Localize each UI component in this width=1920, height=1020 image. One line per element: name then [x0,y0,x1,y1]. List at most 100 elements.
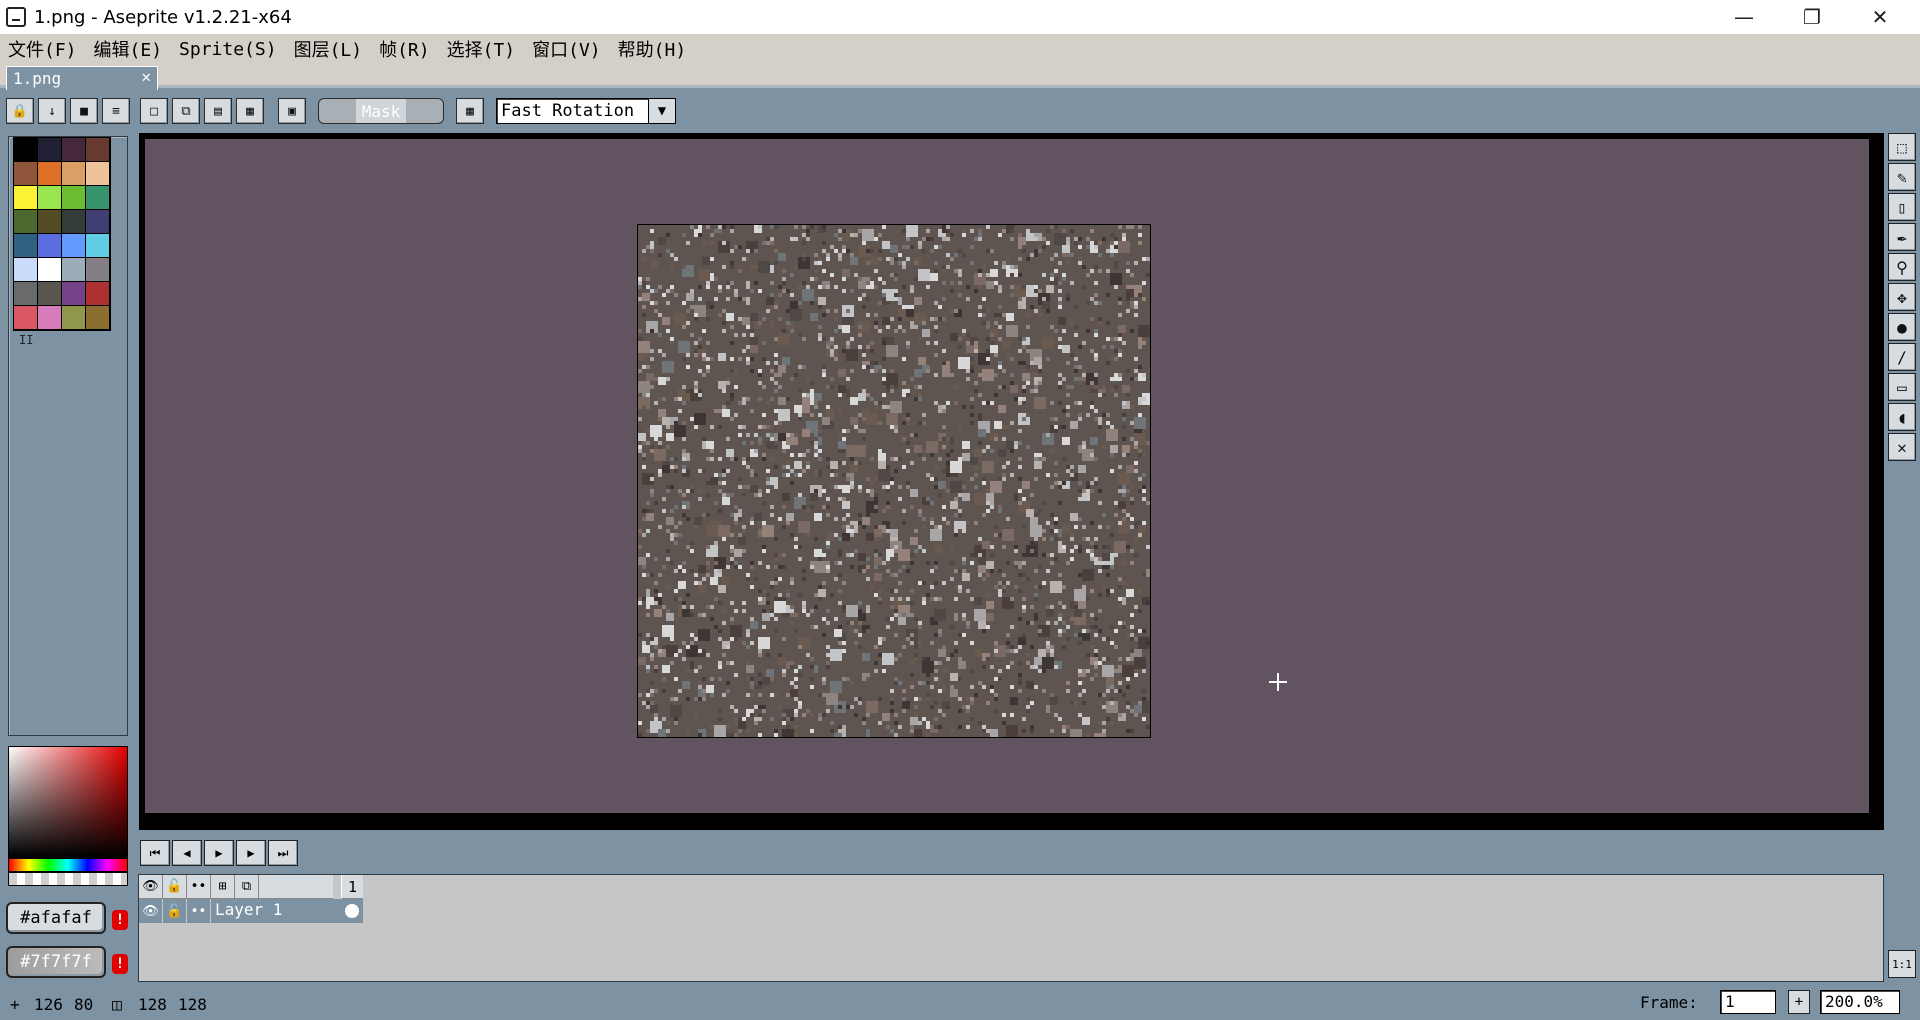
menu-help[interactable]: 帮助(H) [618,36,687,62]
palette-swatch[interactable] [62,234,86,258]
palette-swatch[interactable] [62,282,86,306]
palette-options-button[interactable]: ≡ [102,98,130,124]
palette-swatch[interactable] [62,306,86,330]
color-spectrum[interactable] [8,746,128,858]
play-button[interactable]: ▶ [204,840,234,866]
new-frame-button[interactable]: + [1788,990,1810,1014]
palette-swatch[interactable] [14,162,38,186]
menu-layer[interactable]: 图层(L) [294,36,363,62]
tab-1-png[interactable]: 1.png ✕ [6,66,158,90]
rotation-pivot-button[interactable]: ▦ [456,98,484,124]
palette-swatch[interactable] [86,186,110,210]
layer-lock-toggle[interactable]: 🔓 [163,899,187,923]
fg-warning-icon[interactable]: ! [112,910,128,930]
previous-frame-button[interactable]: ◀ [172,840,202,866]
hue-slider[interactable] [8,858,128,872]
zoom-input[interactable]: 200.0% [1820,990,1900,1014]
menu-sprite[interactable]: Sprite(S) [179,39,277,60]
palette-swatch[interactable] [38,186,62,210]
palette-swatch[interactable] [86,210,110,234]
selection-intersect-button[interactable]: ▦ [236,98,264,124]
palette-swatch[interactable] [62,186,86,210]
tool-contour[interactable]: ◖ [1888,403,1916,431]
close-window-button[interactable]: ✕ [1846,0,1914,34]
palette-swatch[interactable] [62,162,86,186]
zoom-fit-button[interactable]: 1:1 [1888,950,1916,978]
layer-name[interactable]: Layer 1 [211,899,341,923]
menu-window[interactable]: 窗口(V) [532,36,601,62]
palette-swatch[interactable] [38,306,62,330]
palette-swatch[interactable] [86,282,110,306]
palette-swatch[interactable] [86,234,110,258]
timeline-visibility-header[interactable]: 👁 [139,875,163,899]
tab-close-icon[interactable]: ✕ [141,67,151,86]
tool-paint-bucket[interactable]: ● [1888,313,1916,341]
palette-swatch[interactable] [38,234,62,258]
palette-swatch[interactable] [38,162,62,186]
sprite-editor[interactable] [139,133,1884,959]
last-frame-button[interactable]: ⏭ [268,840,298,866]
palette-swatch[interactable] [14,258,38,282]
timeline-group-header[interactable]: ⊞ [211,875,235,899]
background-color-button[interactable]: #7f7f7f [6,946,106,978]
timeline-continuous-header[interactable]: •• [187,875,211,899]
palette-sort-button[interactable]: ↓ [38,98,66,124]
palette-swatch[interactable] [14,306,38,330]
palette-swatch[interactable] [14,138,38,162]
next-frame-button[interactable]: ▶ [236,840,266,866]
tool-line[interactable]: ∕ [1888,343,1916,371]
timeline-lock-header[interactable]: 🔓 [163,875,187,899]
frame-input[interactable]: 1 [1720,990,1776,1014]
first-frame-button[interactable]: ⏮ [140,840,170,866]
palette-swatch[interactable] [86,306,110,330]
layer-visibility-toggle[interactable]: 👁 [139,899,163,923]
palette-swatch[interactable] [14,210,38,234]
minimize-button[interactable]: — [1710,0,1778,34]
sprite-canvas[interactable] [637,224,1151,738]
menu-select[interactable]: 选择(T) [447,36,516,62]
palette-swatch[interactable] [62,258,86,282]
palette-swatch[interactable] [86,258,110,282]
lock-palette-button[interactable]: 🔒 [6,98,34,124]
layer-cel-frame-1[interactable] [341,899,363,923]
alpha-slider[interactable] [8,872,128,886]
palette-swatch[interactable] [38,258,62,282]
layer-continuous-toggle[interactable]: •• [187,899,211,923]
palette-preset-button[interactable]: ■ [70,98,98,124]
selection-replace-button[interactable]: □ [140,98,168,124]
palette-swatch[interactable] [14,186,38,210]
saturation-value-box[interactable] [9,747,127,857]
tool-eraser[interactable]: ▯ [1888,193,1916,221]
pivot-button[interactable]: ▣ [278,98,306,124]
palette-swatch[interactable] [62,210,86,234]
selection-subtract-button[interactable]: ▤ [204,98,232,124]
layer-row[interactable]: 👁 🔓 •• Layer 1 [139,899,341,923]
palette-swatch[interactable] [86,162,110,186]
palette-swatch[interactable] [14,282,38,306]
tool-pencil[interactable]: ✎ [1888,163,1916,191]
tool-eyedropper[interactable]: ✒ [1888,223,1916,251]
palette-swatch[interactable] [38,138,62,162]
restore-button[interactable]: ❐ [1778,0,1846,34]
tool-blur[interactable]: ✕ [1888,433,1916,461]
tool-rectangle[interactable]: ▭ [1888,373,1916,401]
palette-swatch[interactable] [14,234,38,258]
timeline-onion-header[interactable]: ⧉ [235,875,259,899]
tool-rectangular-marquee[interactable]: ⬚ [1888,133,1916,161]
palette-swatch[interactable] [86,138,110,162]
menu-frame[interactable]: 帧(R) [379,36,430,62]
transparent-color-mask-button[interactable]: Mask [318,98,444,124]
selection-add-button[interactable]: ⧉ [172,98,200,124]
menu-edit[interactable]: 编辑(E) [94,36,163,62]
palette-resize-handle[interactable]: II [19,333,33,347]
rotation-algorithm-dropdown[interactable]: ▼ [648,98,676,124]
bg-warning-icon[interactable]: ! [112,954,128,974]
foreground-color-button[interactable]: #afafaf [6,902,106,934]
tool-move[interactable]: ✥ [1888,283,1916,311]
tool-zoom[interactable]: ⚲ [1888,253,1916,281]
palette-swatch[interactable] [38,282,62,306]
menu-file[interactable]: 文件(F) [8,36,77,62]
palette-swatch[interactable] [38,210,62,234]
palette-swatch[interactable] [62,138,86,162]
frame-header-1[interactable]: 1 [341,875,363,899]
